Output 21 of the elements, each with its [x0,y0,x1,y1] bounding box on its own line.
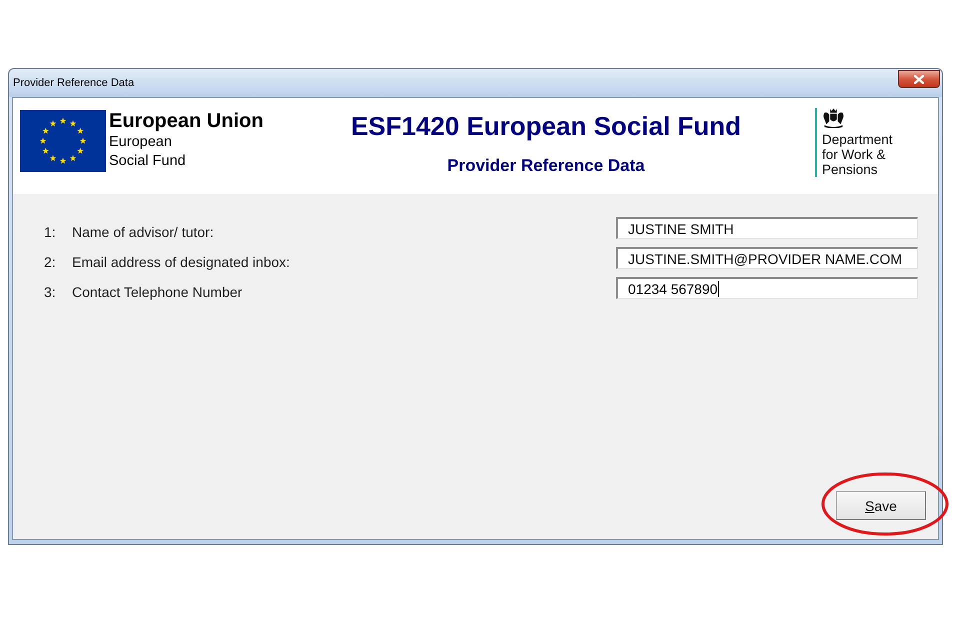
department-name: Department for Work & Pensions [822,132,893,177]
text-cursor-icon [718,280,719,296]
form-title: ESF1420 European Social Fund [350,111,742,141]
field-number: 2: [44,253,57,272]
window-title: Provider Reference Data [13,77,134,90]
form-subtitle: Provider Reference Data [447,155,645,177]
crest-icon [822,108,845,128]
field-number: 1: [44,223,57,242]
flag-icon [20,110,106,172]
close-icon [914,74,924,84]
close-button[interactable] [898,70,940,88]
fund-name: European Social Fund [109,133,187,171]
field-number: 3: [44,283,57,302]
save-button[interactable]: Save [836,491,926,520]
text-field[interactable]: 01234 567890 [616,277,918,299]
text-field[interactable]: JUSTINE.SMITH@PROVIDER NAME.COM [616,247,918,269]
org-name: European Union [109,110,264,132]
field-label: Contact Telephone Number [72,283,242,302]
field-label: Name of advisor/ tutor: [72,223,214,242]
text-field[interactable]: JUSTINE SMITH [616,217,918,239]
field-label: Email address of designated inbox: [72,253,290,272]
